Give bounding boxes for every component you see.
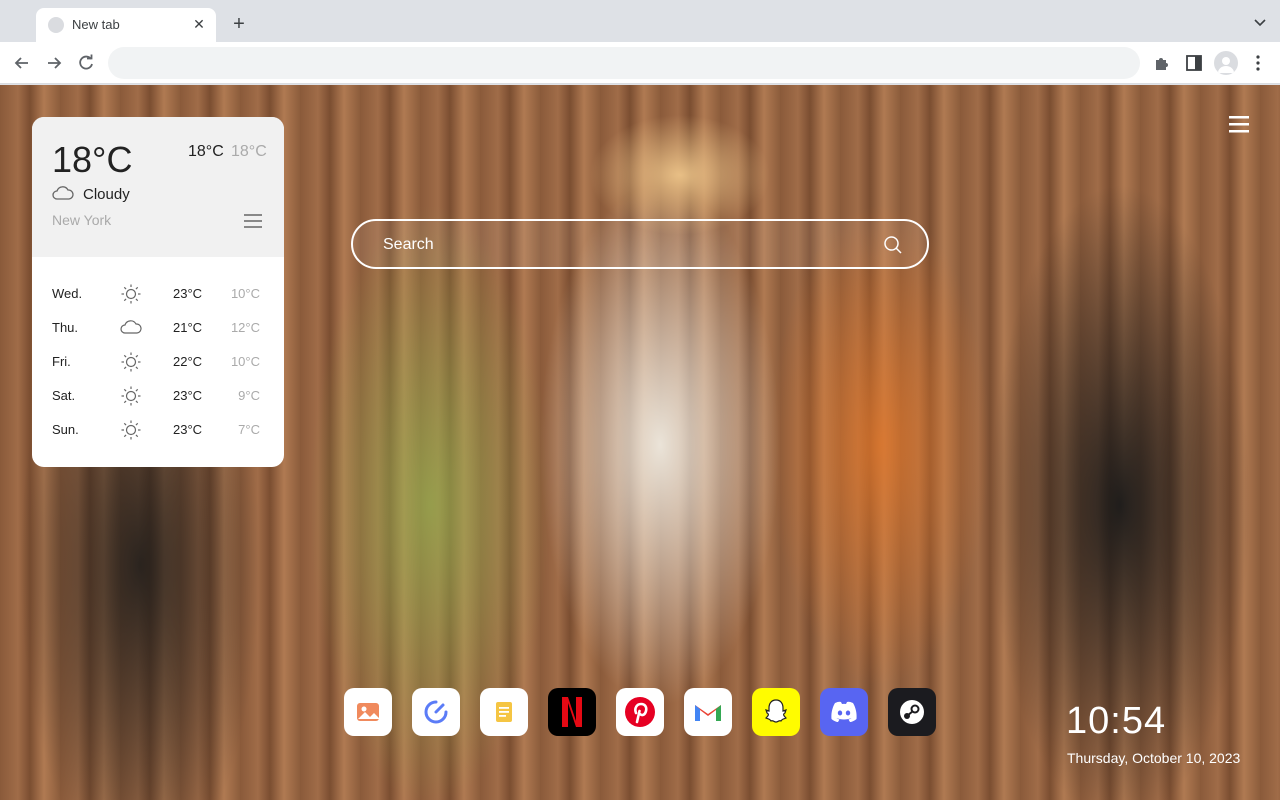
forecast-low: 12°C (230, 320, 260, 335)
snapchat-icon (760, 696, 792, 728)
more-vert-icon[interactable] (1248, 53, 1268, 73)
cloud-icon (120, 317, 142, 339)
new-tab-button[interactable]: + (228, 13, 250, 35)
sun-icon (120, 351, 142, 373)
weather-current: 18°C 18°C 18°C Cloudy New York (32, 117, 284, 257)
address-bar[interactable] (108, 47, 1140, 79)
current-temperature: 18°C (52, 139, 133, 180)
search-icon[interactable] (883, 235, 903, 255)
sun-icon (120, 283, 142, 305)
sun-icon (120, 385, 142, 407)
extensions-icon[interactable] (1152, 53, 1172, 73)
hamburger-menu-icon[interactable] (1229, 116, 1249, 133)
new-tab-page: 18°C 18°C 18°C Cloudy New York Wed. 23°C 1… (0, 85, 1280, 800)
person-icon (1218, 57, 1234, 73)
steam-icon (897, 697, 927, 727)
forecast-row: Wed. 23°C 10°C (32, 277, 284, 311)
forecast-low: 7°C (238, 422, 260, 437)
forecast-high: 23°C (173, 422, 203, 437)
forecast-day: Thu. (52, 320, 79, 335)
forecast-day: Wed. (52, 286, 83, 301)
low-temperature: 18°C (231, 143, 267, 160)
forecast-low: 9°C (238, 388, 260, 403)
forecast-high: 22°C (173, 354, 203, 369)
search-bar[interactable] (351, 219, 929, 269)
snapchat-app[interactable] (752, 688, 800, 736)
sun-icon (120, 419, 142, 441)
weather-widget: 18°C 18°C 18°C Cloudy New York Wed. 23°C 1… (32, 117, 284, 467)
close-icon[interactable]: ✕ (190, 15, 208, 33)
notes-app[interactable] (480, 688, 528, 736)
side-panel-icon[interactable] (1184, 53, 1204, 73)
chevron-down-icon[interactable] (1252, 14, 1268, 30)
forecast-row: Sun. 23°C 7°C (32, 413, 284, 447)
back-icon[interactable] (12, 53, 32, 73)
cloud-icon (52, 186, 74, 200)
tab-new-tab[interactable]: New tab ✕ (36, 8, 216, 42)
gmail-icon (692, 699, 724, 725)
forecast-row: Sat. 23°C 9°C (32, 379, 284, 413)
weather-city: New York (52, 212, 112, 228)
reload-icon[interactable] (76, 53, 96, 73)
forecast-low: 10°C (230, 354, 260, 369)
clock-date: Thursday, October 10, 2023 (1067, 750, 1241, 766)
image-icon (355, 699, 381, 725)
gmail-app[interactable] (684, 688, 732, 736)
search-input[interactable] (383, 233, 863, 257)
note-icon (491, 699, 517, 725)
forecast-high: 23°C (173, 286, 203, 301)
steam-app[interactable] (888, 688, 936, 736)
pinterest-icon (624, 696, 656, 728)
forecast-row: Thu. 21°C 12°C (32, 311, 284, 345)
speedtest-app[interactable] (412, 688, 460, 736)
tab-strip: New tab ✕ + (0, 0, 1280, 42)
forecast-high: 21°C (173, 320, 203, 335)
forward-icon[interactable] (44, 53, 64, 73)
discord-icon (828, 699, 860, 725)
netflix-app[interactable] (548, 688, 596, 736)
tab-title: New tab (72, 17, 120, 32)
high-temperature: 18°C (188, 143, 224, 160)
weather-condition: Cloudy (83, 186, 130, 203)
forecast-day: Sun. (52, 422, 79, 437)
discord-app[interactable] (820, 688, 868, 736)
forecast-low: 10°C (230, 286, 260, 301)
forecast-high: 23°C (173, 388, 203, 403)
menu-icon[interactable] (244, 214, 262, 228)
profile-avatar[interactable] (1214, 51, 1238, 75)
pinterest-app[interactable] (616, 688, 664, 736)
clock-time: 10:54 (1066, 700, 1167, 742)
netflix-icon (559, 695, 585, 729)
gauge-icon (422, 698, 450, 726)
forecast-day: Fri. (52, 354, 71, 369)
favicon-icon (48, 17, 64, 33)
forecast-row: Fri. 22°C 10°C (32, 345, 284, 379)
forecast-day: Sat. (52, 388, 76, 403)
gallery-app[interactable] (344, 688, 392, 736)
browser-toolbar (0, 42, 1280, 84)
